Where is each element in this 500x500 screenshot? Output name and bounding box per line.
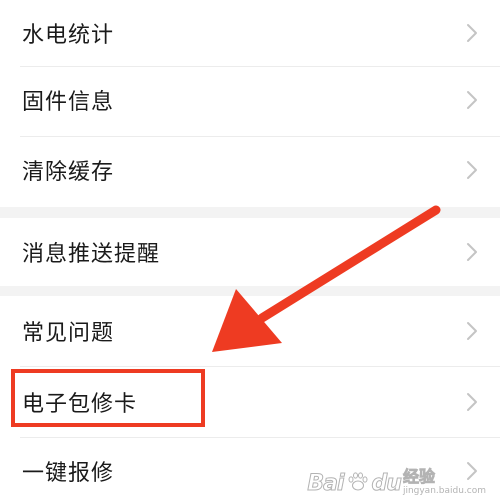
chevron-right-icon — [467, 393, 477, 411]
menu-item-water-electric-stats[interactable]: 水电统计 — [0, 0, 500, 66]
menu-item-firmware-info[interactable]: 固件信息 — [0, 67, 500, 133]
chevron-right-icon — [467, 243, 477, 261]
chevron-right-icon — [467, 91, 477, 109]
menu-item-label: 固件信息 — [22, 90, 115, 115]
watermark-cn: 经验 — [402, 467, 436, 486]
menu-item-clear-cache[interactable]: 清除缓存 — [0, 137, 500, 203]
chevron-right-icon — [467, 24, 477, 42]
menu-item-push-notification[interactable]: 消息推送提醒 — [0, 218, 500, 286]
watermark-brand: Bai — [307, 471, 345, 497]
watermark-brand-tail: du — [371, 471, 402, 497]
watermark-cn-block: 经验 jingyan.baidu.com — [402, 467, 486, 496]
chevron-right-icon — [467, 161, 477, 179]
menu-item-label: 常见问题 — [22, 321, 115, 346]
highlight-box — [11, 369, 205, 427]
menu-item-faq[interactable]: 常见问题 — [0, 296, 500, 366]
baidu-jingyan-watermark: Bai du 经验 jingyan.baidu.com — [307, 467, 486, 497]
menu-item-label: 一键报修 — [22, 461, 115, 486]
paw-icon — [348, 472, 368, 491]
menu-item-label: 水电统计 — [22, 23, 115, 48]
section-gap — [0, 286, 500, 296]
settings-screen: 水电统计 固件信息 清除缓存 消息推送提醒 常见问题 电子包修卡 一键报修 Ba… — [0, 0, 500, 500]
menu-item-label: 消息推送提醒 — [22, 242, 161, 267]
watermark-url: jingyan.baidu.com — [402, 486, 486, 496]
section-gap — [0, 207, 500, 218]
menu-item-label: 清除缓存 — [22, 160, 115, 185]
chevron-right-icon — [467, 322, 477, 340]
